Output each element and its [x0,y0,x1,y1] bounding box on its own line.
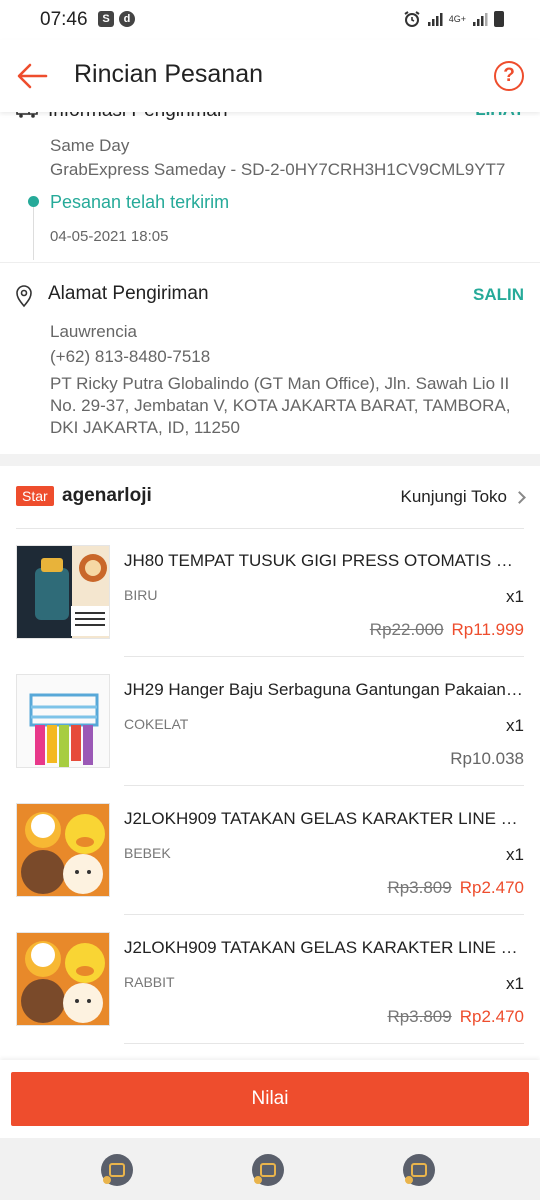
help-icon[interactable]: ? [494,61,524,91]
app-notification-icon: d [119,11,135,27]
original-price: Rp22.000 [369,620,444,639]
product-image [16,674,110,768]
tracking-timestamp: 04-05-2021 18:05 [50,228,169,245]
full-address: PT Ricky Putra Globalindo (GT Man Office… [50,374,511,437]
network-type: 4G+ [448,13,466,24]
tracking-status: Pesanan telah terkirim [50,192,230,212]
hanger-image [17,675,109,767]
product-quantity: x1 [506,974,524,993]
rate-button[interactable]: Nilai [11,1072,529,1126]
product-price: Rp10.038 [450,749,524,769]
tracking-number: GrabExpress Sameday - SD-2-0HY7CRH3H1CV9… [50,160,506,179]
truck-icon [16,112,38,118]
discounted-price: Rp2.470 [459,878,524,897]
discounted-price: Rp2.470 [459,1007,524,1026]
product-variant: RABBIT [124,974,175,990]
status-time: 07:46 [40,9,88,30]
product-name: JH29 Hanger Baju Serbaguna Gantungan Pak… [124,680,524,699]
battery-icon [494,11,504,27]
page-title: Rincian Pesanan [74,60,264,88]
product-variant: BEBEK [124,845,171,861]
product-name: JH80 TEMPAT TUSUK GIGI PRESS OTOMATIS KE… [124,551,524,570]
original-price: Rp3.809 [387,1007,452,1026]
status-right-icons: 4G+ [403,10,504,28]
recipient-name: Lauwrencia [50,322,137,341]
product-price: Rp3.809 Rp2.470 [387,878,524,898]
product-quantity: x1 [506,845,524,864]
product-price: Rp22.000 Rp11.999 [370,620,524,640]
shipping-info-title: Informasi Pengiriman [48,112,228,122]
product-quantity: x1 [506,587,524,606]
product-divider [124,1043,524,1044]
location-pin-icon [16,285,32,308]
product-divider [124,656,524,657]
status-notification-icons: S d [98,11,135,27]
product-name: J2LOKH909 TATAKAN GELAS KARAKTER LINE FR… [124,938,524,957]
section-gap [0,454,540,466]
product-divider [124,785,524,786]
status-bar: 07:46 S d 4G+ [0,0,540,40]
shop-name[interactable]: agenarloji [62,485,152,507]
tracking-timeline-line [33,202,34,260]
discounted-price: Rp11.999 [451,620,524,639]
product-variant: BIRU [124,587,158,603]
bottom-action-bar: Nilai [0,1060,540,1138]
product-image [16,803,110,897]
star-seller-badge: Star [16,486,54,506]
product-image [16,545,110,639]
coaster-image [17,933,109,1025]
product-item[interactable]: J2LOKH909 TATAKAN GELAS KARAKTER LINE FR… [0,787,540,915]
price: Rp10.038 [450,749,524,768]
back-arrow-icon[interactable] [14,58,50,94]
product-item[interactable]: J2LOKH909 TATAKAN GELAS KARAKTER LINE FR… [0,916,540,1044]
copy-address-button[interactable]: SALIN [473,285,524,305]
shipping-type: Same Day [50,136,130,155]
coaster-image [17,804,109,896]
product-name: J2LOKH909 TATAKAN GELAS KARAKTER LINE FR… [124,809,524,828]
alarm-icon [404,11,420,27]
shopee-notification-icon: S [98,11,114,27]
shop-header: Star agenarloji Kunjungi Toko [0,466,540,528]
section-divider [0,262,540,263]
visit-shop-label: Kunjungi Toko [400,487,508,506]
signal-icon [427,13,443,26]
recipient-phone: (+62) 813-8480-7518 [50,347,211,366]
product-item[interactable]: JH29 Hanger Baju Serbaguna Gantungan Pak… [0,658,540,786]
address-title: Alamat Pengiriman [48,283,209,304]
chevron-right-icon [513,490,526,504]
order-detail-content[interactable]: Informasi Pengiriman LIHAT Same Day Grab… [0,112,540,1062]
shop-section: Star agenarloji Kunjungi Toko JH80 TEMPA… [0,466,540,1062]
product-image [16,932,110,1026]
product-price: Rp3.809 Rp2.470 [387,1007,524,1027]
view-shipping-link[interactable]: LIHAT [475,112,524,120]
signal-icon-2 [473,13,488,26]
product-item[interactable]: JH80 TEMPAT TUSUK GIGI PRESS OTOMATIS KE… [0,529,540,657]
app-bar: Rincian Pesanan ? [0,40,540,112]
shipping-info-section: Informasi Pengiriman LIHAT Same Day Grab… [0,112,540,262]
address-section: Alamat Pengiriman SALIN Lauwrencia (+62)… [0,264,540,454]
toothpick-holder-image [17,546,109,638]
nav-home-key-icon[interactable] [252,1154,284,1186]
nav-back-key-icon[interactable] [101,1154,133,1186]
original-price: Rp3.809 [387,878,452,897]
nav-recents-key-icon[interactable] [403,1154,435,1186]
product-divider [124,914,524,915]
product-variant: COKELAT [124,716,189,732]
visit-shop-button[interactable]: Kunjungi Toko [400,487,526,507]
tracking-status-dot [28,196,39,207]
product-quantity: x1 [506,716,524,735]
system-nav-bar [0,1138,540,1200]
